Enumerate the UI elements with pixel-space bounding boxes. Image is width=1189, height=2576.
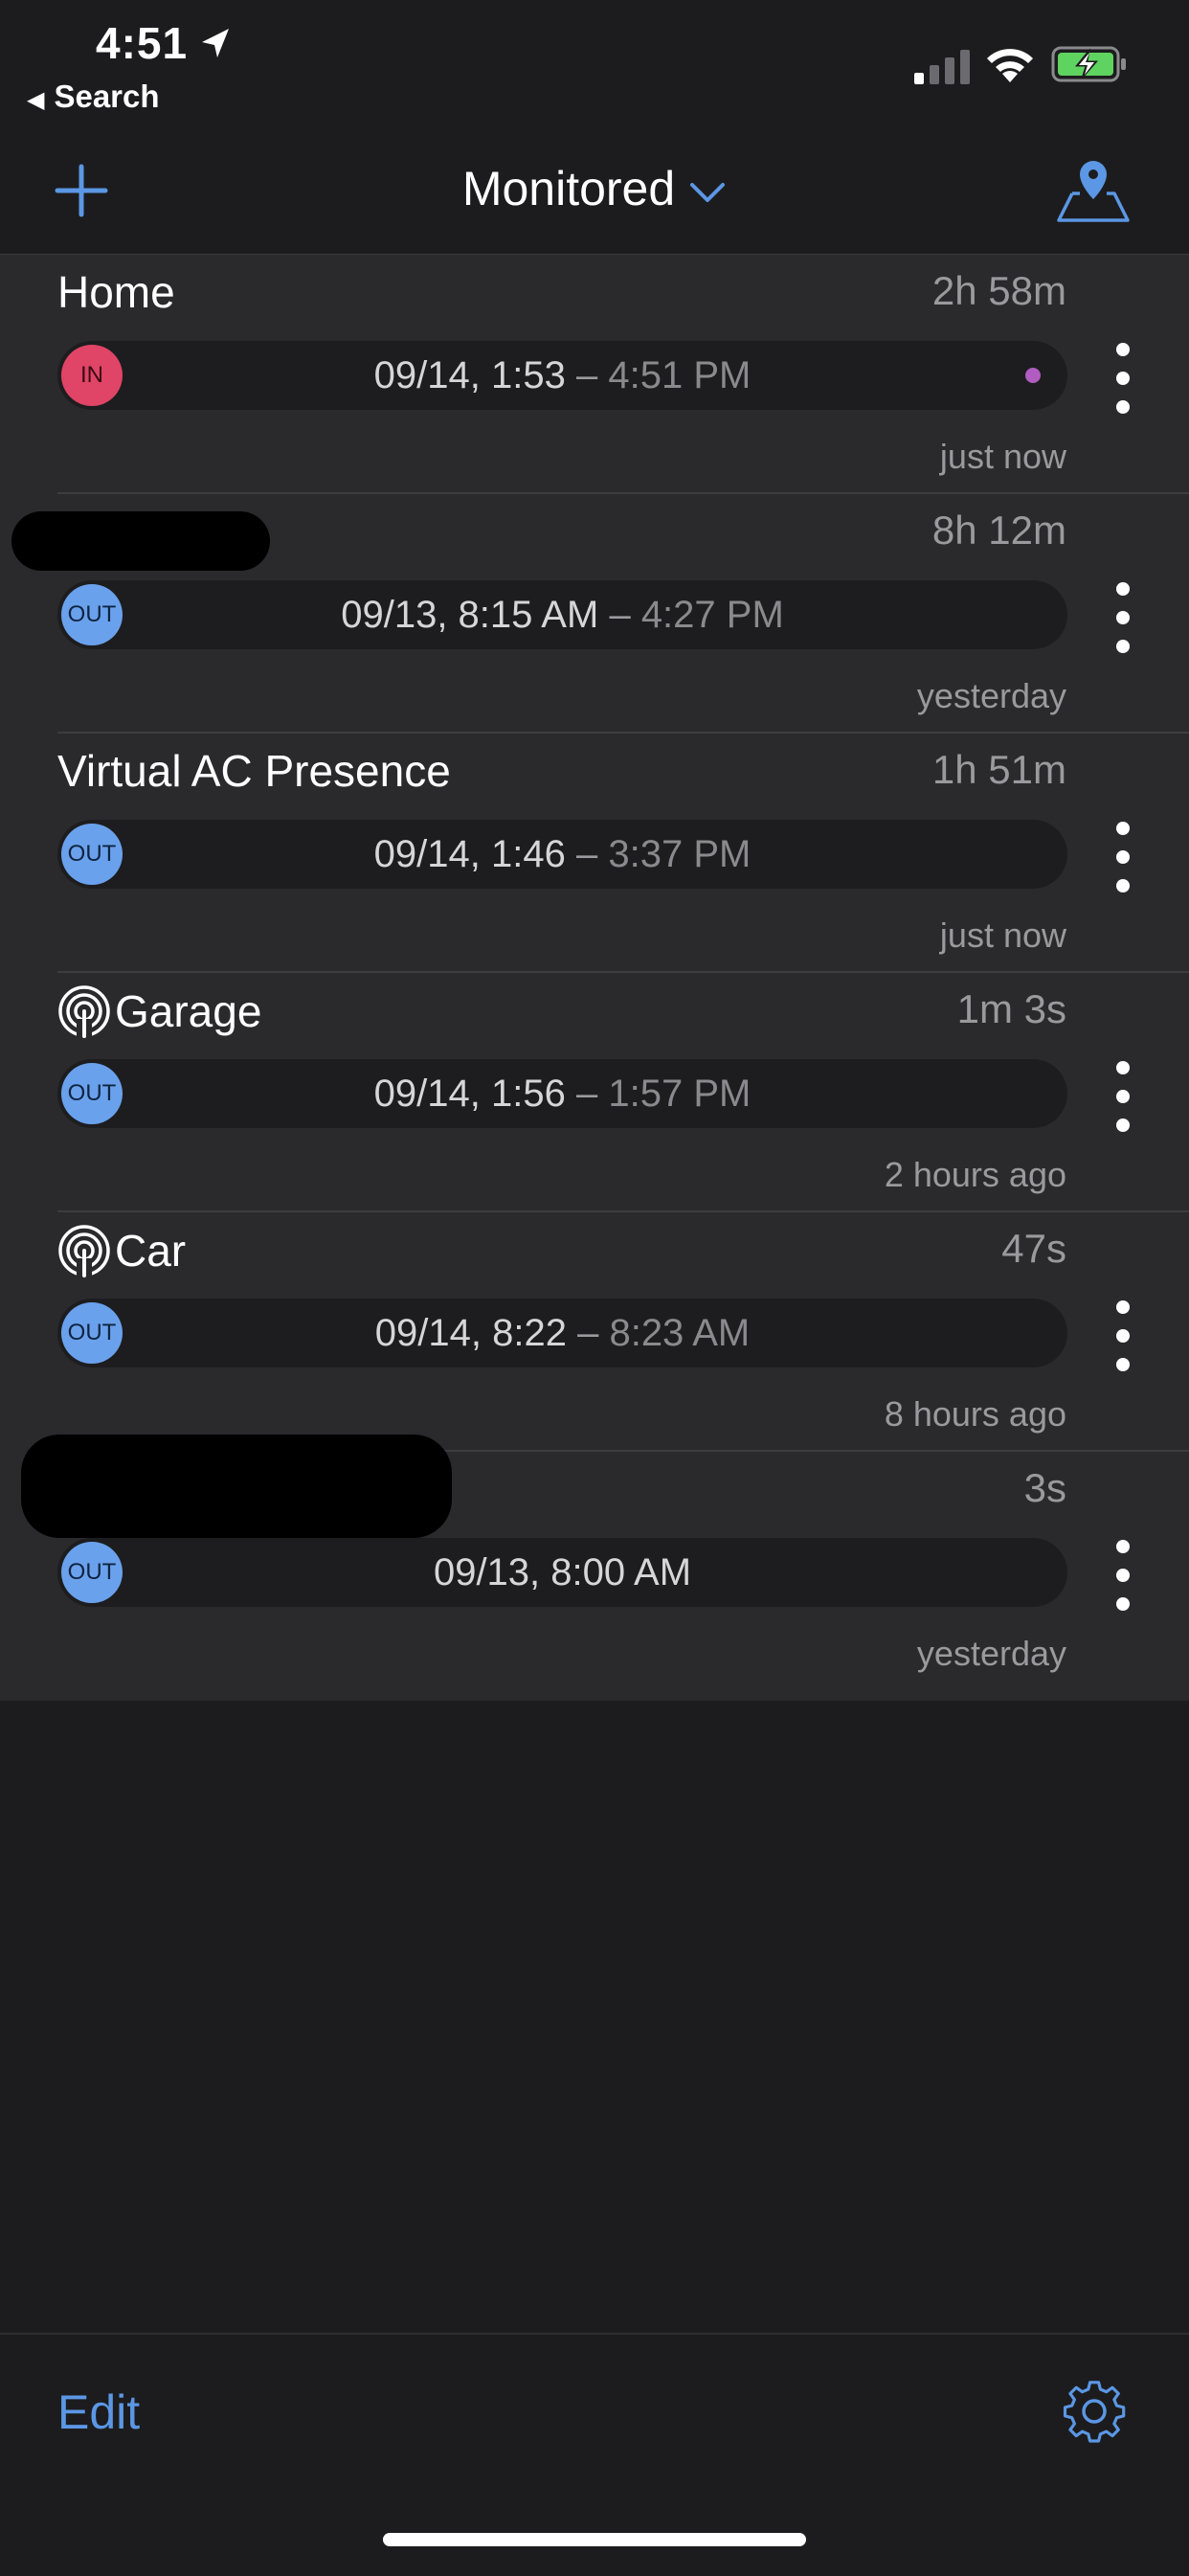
- beacon-icon: [58, 1225, 110, 1277]
- item-duration: 8h 12m: [931, 508, 1066, 553]
- time-separator: –: [575, 354, 598, 396]
- more-options-button[interactable]: [1110, 822, 1135, 893]
- item-duration: 1h 51m: [931, 747, 1066, 792]
- last-updated: just now: [939, 915, 1066, 955]
- more-options-button[interactable]: [1110, 582, 1135, 653]
- item-duration: 47s: [1001, 1226, 1066, 1271]
- edit-button[interactable]: Edit: [57, 2384, 140, 2440]
- chevron-down-icon: [690, 182, 726, 202]
- status-badge: OUT: [61, 824, 123, 885]
- item-name: Home: [57, 267, 175, 317]
- list-item[interactable]: Virtual AC Presence 1h 51m 09/14, 1:46 –…: [0, 734, 1189, 973]
- time-separator: –: [575, 833, 598, 875]
- map-pin-button[interactable]: [1055, 155, 1132, 224]
- end-time: 3:37 PM: [608, 833, 752, 875]
- end-time: 4:27 PM: [640, 594, 784, 636]
- time-separator: –: [575, 1073, 598, 1115]
- status-badge: OUT: [61, 1542, 123, 1603]
- start-time: 09/13, 8:15 AM: [341, 594, 599, 636]
- status-bar: 4:51 ◀ Search: [0, 0, 1189, 124]
- item-name: Virtual AC Presence: [57, 746, 451, 796]
- status-time: 4:51: [96, 18, 189, 68]
- time-range-pill: 09/13, 8:00 AM OUT: [57, 1538, 1067, 1607]
- back-label: Search: [54, 79, 160, 114]
- last-updated: yesterday: [916, 676, 1066, 715]
- time-range-pill: 09/14, 8:22 – 8:23 AM OUT: [57, 1299, 1067, 1367]
- status-badge: OUT: [61, 1302, 123, 1364]
- status-badge: IN: [61, 345, 123, 406]
- item-duration: 2h 58m: [931, 268, 1066, 313]
- start-time: 09/14, 8:22: [374, 1312, 567, 1354]
- status-badge: OUT: [61, 1063, 123, 1124]
- start-time: 09/14, 1:56: [373, 1073, 566, 1115]
- start-time: 09/14, 1:53: [373, 354, 566, 396]
- list-item[interactable]: Garage 1m 3s 09/14, 1:56 – 1:57 PM OUT 2…: [0, 973, 1189, 1212]
- end-time: 8:23 AM: [609, 1312, 751, 1354]
- redacted-name: [11, 511, 270, 571]
- time-range-pill: 09/14, 1:46 – 3:37 PM OUT: [57, 820, 1067, 889]
- last-updated: 2 hours ago: [884, 1155, 1066, 1194]
- back-to-search-link[interactable]: ◀ Search: [27, 79, 160, 115]
- monitored-list: Home 2h 58m 09/14, 1:53 – 4:51 PM IN jus…: [0, 255, 1189, 1701]
- last-updated: 8 hours ago: [884, 1394, 1066, 1434]
- page-title: Monitored: [461, 162, 676, 215]
- time-range-pill: 09/13, 8:15 AM – 4:27 PM OUT: [57, 580, 1067, 649]
- time-separator: –: [609, 594, 631, 636]
- item-name: Garage: [57, 984, 261, 1038]
- time-range-pill: 09/14, 1:56 – 1:57 PM OUT: [57, 1059, 1067, 1128]
- settings-gear-icon[interactable]: [1061, 2381, 1128, 2448]
- list-item[interactable]: Home 2h 58m 09/14, 1:53 – 4:51 PM IN jus…: [0, 255, 1189, 494]
- filter-dropdown[interactable]: Monitored: [0, 161, 1189, 216]
- cellular-signal-icon: [914, 50, 970, 84]
- wifi-icon: [987, 49, 1033, 82]
- location-arrow-icon: [202, 29, 229, 57]
- back-triangle-icon: ◀: [27, 87, 45, 113]
- redacted-name: [21, 1435, 452, 1538]
- item-duration: 3s: [1023, 1465, 1066, 1510]
- start-time: 09/14, 1:46: [373, 833, 566, 875]
- last-updated: yesterday: [916, 1634, 1066, 1673]
- more-options-button[interactable]: [1110, 1061, 1135, 1132]
- item-name: Car: [57, 1224, 186, 1277]
- more-options-button[interactable]: [1110, 1300, 1135, 1371]
- list-item[interactable]: Car 47s 09/14, 8:22 – 8:23 AM OUT 8 hour…: [0, 1212, 1189, 1452]
- time-range-pill: 09/14, 1:53 – 4:51 PM IN: [57, 341, 1067, 410]
- home-indicator: [383, 2533, 806, 2546]
- status-badge: OUT: [61, 584, 123, 645]
- end-time: 1:57 PM: [608, 1073, 752, 1115]
- start-time: 09/13, 8:00 AM: [433, 1551, 692, 1593]
- nav-bar: Monitored: [0, 144, 1189, 256]
- active-indicator-dot: [1025, 368, 1041, 383]
- list-item[interactable]: 8h 12m 09/13, 8:15 AM – 4:27 PM OUT yest…: [0, 494, 1189, 734]
- battery-charging-icon: [1051, 46, 1126, 82]
- time-separator: –: [577, 1312, 599, 1354]
- more-options-button[interactable]: [1110, 343, 1135, 414]
- more-options-button[interactable]: [1110, 1540, 1135, 1611]
- end-time: 4:51 PM: [608, 354, 752, 396]
- last-updated: just now: [939, 437, 1066, 476]
- item-duration: 1m 3s: [956, 986, 1066, 1031]
- list-item[interactable]: 3s 09/13, 8:00 AM OUT yesterday: [0, 1435, 1189, 1691]
- beacon-icon: [58, 985, 110, 1038]
